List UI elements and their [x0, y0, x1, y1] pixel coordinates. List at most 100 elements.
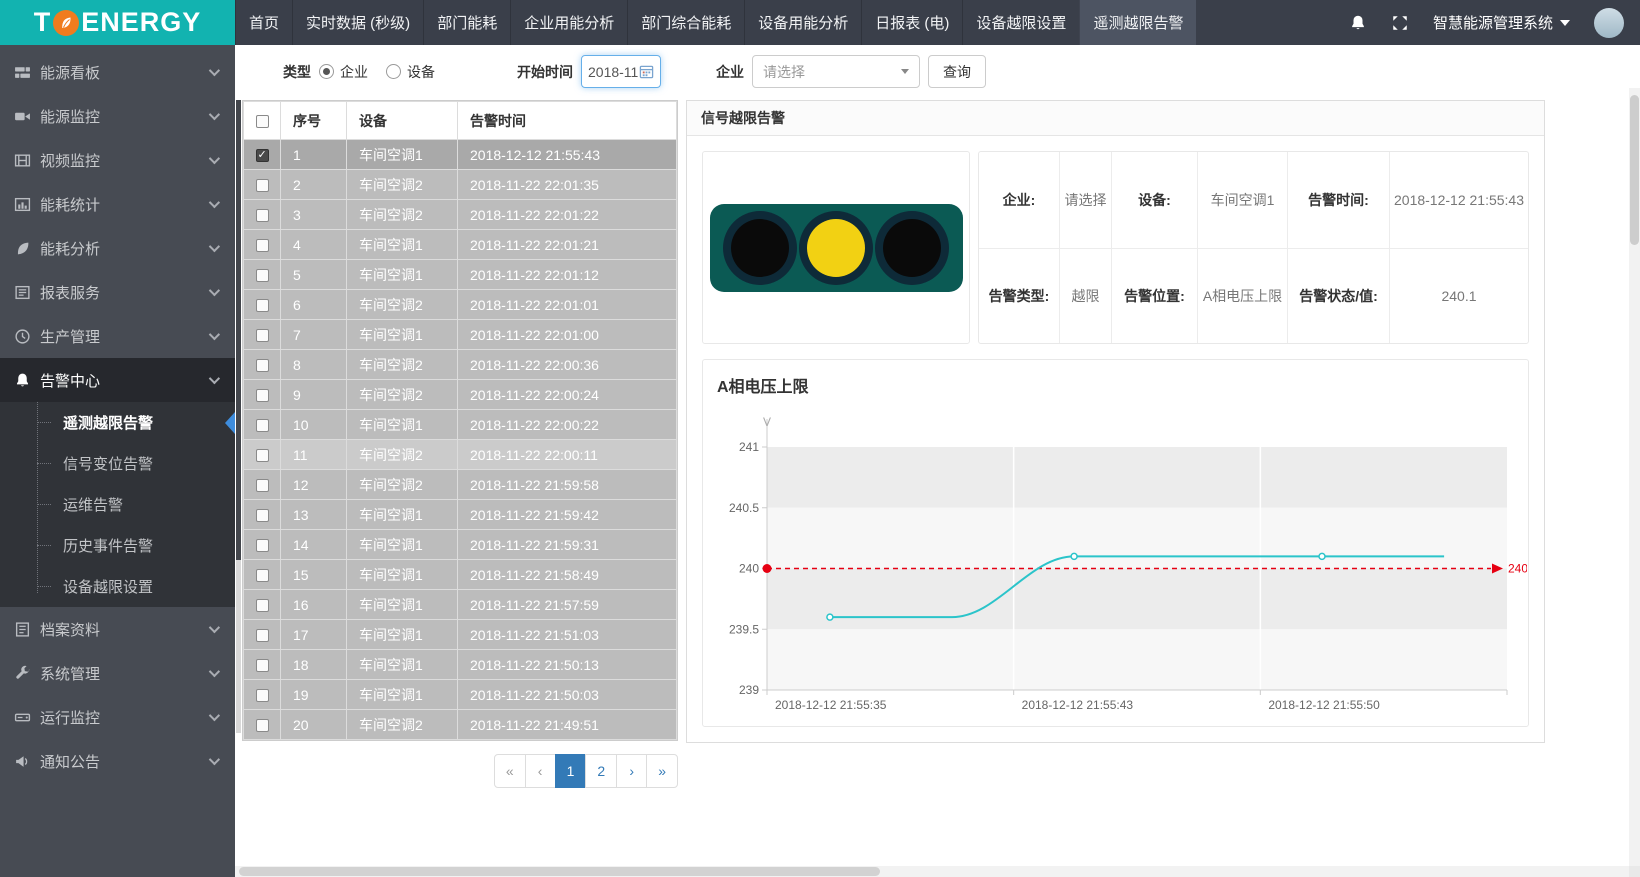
table-row[interactable]: 11车间空调22018-11-22 22:00:11 — [244, 440, 677, 470]
table-row[interactable]: 1车间空调12018-12-12 21:55:43 — [244, 140, 677, 170]
sidebar-item-label: 视频监控 — [40, 150, 209, 171]
nav-item[interactable]: 日报表 (电) — [861, 0, 962, 45]
page-button-›[interactable]: › — [616, 754, 647, 788]
row-checkbox[interactable] — [256, 359, 269, 372]
row-checkbox[interactable] — [256, 659, 269, 672]
row-checkbox[interactable] — [256, 599, 269, 612]
voltage-chart-card: A相电压上限 241240.5240239.5239V2018-12-12 21… — [702, 359, 1529, 727]
row-checkbox[interactable] — [256, 629, 269, 642]
sidebar-item-系统管理[interactable]: 系统管理 — [0, 651, 235, 695]
page-button-1[interactable]: 1 — [555, 754, 587, 788]
nav-item[interactable]: 部门能耗 — [423, 0, 510, 45]
search-button[interactable]: 查询 — [928, 55, 986, 88]
table-row[interactable]: 15车间空调12018-11-22 21:58:49 — [244, 560, 677, 590]
panel-title: 信号越限告警 — [687, 101, 1544, 136]
table-row[interactable]: 5车间空调12018-11-22 22:01:12 — [244, 260, 677, 290]
list-scrollbar-thumb[interactable] — [236, 100, 241, 560]
table-row[interactable]: 18车间空调12018-11-22 21:50:13 — [244, 650, 677, 680]
row-checkbox-cell — [244, 140, 281, 170]
sidebar-subitem-设备越限设置[interactable]: 设备越限设置 — [0, 566, 235, 607]
row-checkbox[interactable] — [256, 449, 269, 462]
sidebar-item-能源看板[interactable]: 能源看板 — [0, 50, 235, 94]
table-row[interactable]: 2车间空调22018-11-22 22:01:35 — [244, 170, 677, 200]
row-checkbox[interactable] — [256, 179, 269, 192]
sidebar-item-生产管理[interactable]: 生产管理 — [0, 314, 235, 358]
table-row[interactable]: 12车间空调22018-11-22 21:59:58 — [244, 470, 677, 500]
table-row[interactable]: 3车间空调22018-11-22 22:01:22 — [244, 200, 677, 230]
nav-item[interactable]: 遥测越限告警 — [1079, 0, 1196, 45]
row-checkbox[interactable] — [256, 329, 269, 342]
table-row[interactable]: 17车间空调12018-11-22 21:51:03 — [244, 620, 677, 650]
row-checkbox[interactable] — [256, 389, 269, 402]
row-checkbox-cell — [244, 560, 281, 590]
table-row[interactable]: 6车间空调22018-11-22 22:01:01 — [244, 290, 677, 320]
table-row[interactable]: 7车间空调12018-11-22 22:01:00 — [244, 320, 677, 350]
row-checkbox[interactable] — [256, 209, 269, 222]
row-checkbox[interactable] — [256, 149, 269, 162]
select-all-checkbox[interactable] — [256, 115, 269, 128]
start-time-input[interactable]: 2018-11 — [581, 55, 661, 88]
info-label: 告警类型: — [979, 248, 1059, 344]
row-checkbox[interactable] — [256, 719, 269, 732]
sidebar-item-档案资料[interactable]: 档案资料 — [0, 607, 235, 651]
row-checkbox[interactable] — [256, 539, 269, 552]
table-row[interactable]: 4车间空调12018-11-22 22:01:21 — [244, 230, 677, 260]
vertical-scrollbar[interactable] — [1629, 88, 1640, 866]
table-row[interactable]: 9车间空调22018-11-22 22:00:24 — [244, 380, 677, 410]
chevron-down-icon — [209, 622, 220, 633]
row-device: 车间空调1 — [347, 140, 458, 170]
sidebar-item-能源监控[interactable]: 能源监控 — [0, 94, 235, 138]
sidebar-item-能耗分析[interactable]: 能耗分析 — [0, 226, 235, 270]
nav-item[interactable]: 部门综合能耗 — [627, 0, 744, 45]
row-checkbox[interactable] — [256, 479, 269, 492]
nav-item[interactable]: 设备越限设置 — [962, 0, 1079, 45]
table-row[interactable]: 14车间空调12018-11-22 21:59:31 — [244, 530, 677, 560]
sidebar-item-报表服务[interactable]: 报表服务 — [0, 270, 235, 314]
sidebar-item-label: 能耗分析 — [40, 238, 209, 259]
sidebar-subitem-label: 历史事件告警 — [63, 535, 153, 556]
table-row[interactable]: 19车间空调12018-11-22 21:50:03 — [244, 680, 677, 710]
row-checkbox[interactable] — [256, 689, 269, 702]
user-avatar[interactable] — [1594, 8, 1624, 38]
type-radio-企业[interactable]: 企业 — [319, 62, 368, 82]
sidebar-subitem-信号变位告警[interactable]: 信号变位告警 — [0, 443, 235, 484]
row-checkbox[interactable] — [256, 509, 269, 522]
sidebar-item-能耗统计[interactable]: 能耗统计 — [0, 182, 235, 226]
type-radio-设备[interactable]: 设备 — [386, 62, 435, 82]
page-button-«[interactable]: « — [494, 754, 526, 788]
fullscreen-icon[interactable] — [1391, 14, 1409, 32]
nav-item[interactable]: 首页 — [235, 0, 292, 45]
page-button-»[interactable]: » — [646, 754, 678, 788]
nav-item[interactable]: 企业用能分析 — [510, 0, 627, 45]
sidebar-item-告警中心[interactable]: 告警中心 — [0, 358, 235, 402]
sidebar-subitem-运维告警[interactable]: 运维告警 — [0, 484, 235, 525]
nav-item[interactable]: 设备用能分析 — [744, 0, 861, 45]
bell-icon[interactable] — [1349, 14, 1367, 32]
vertical-scrollbar-thumb[interactable] — [1630, 95, 1639, 245]
row-checkbox[interactable] — [256, 269, 269, 282]
list-scrollbar[interactable] — [236, 100, 241, 733]
enterprise-select[interactable]: 请选择 — [752, 55, 920, 88]
sidebar-item-运行监控[interactable]: 运行监控 — [0, 695, 235, 739]
row-checkbox[interactable] — [256, 419, 269, 432]
row-checkbox[interactable] — [256, 569, 269, 582]
row-checkbox-cell — [244, 620, 281, 650]
row-checkbox[interactable] — [256, 299, 269, 312]
page-button-‹[interactable]: ‹ — [525, 754, 556, 788]
chevron-down-icon — [209, 241, 220, 252]
table-row[interactable]: 20车间空调22018-11-22 21:49:51 — [244, 710, 677, 740]
sidebar-subitem-历史事件告警[interactable]: 历史事件告警 — [0, 525, 235, 566]
sidebar-item-视频监控[interactable]: 视频监控 — [0, 138, 235, 182]
sidebar-item-通知公告[interactable]: 通知公告 — [0, 739, 235, 783]
row-checkbox[interactable] — [256, 239, 269, 252]
system-title-dropdown[interactable]: 智慧能源管理系统 — [1433, 12, 1570, 33]
sidebar-subitem-遥测越限告警[interactable]: 遥测越限告警 — [0, 402, 235, 443]
table-row[interactable]: 10车间空调12018-11-22 22:00:22 — [244, 410, 677, 440]
nav-item[interactable]: 实时数据 (秒级) — [292, 0, 423, 45]
table-row[interactable]: 8车间空调22018-11-22 22:00:36 — [244, 350, 677, 380]
table-row[interactable]: 13车间空调12018-11-22 21:59:42 — [244, 500, 677, 530]
page-button-2[interactable]: 2 — [585, 754, 617, 788]
horizontal-scrollbar-thumb[interactable] — [239, 867, 880, 876]
table-row[interactable]: 16车间空调12018-11-22 21:57:59 — [244, 590, 677, 620]
horizontal-scrollbar[interactable] — [235, 866, 1629, 877]
